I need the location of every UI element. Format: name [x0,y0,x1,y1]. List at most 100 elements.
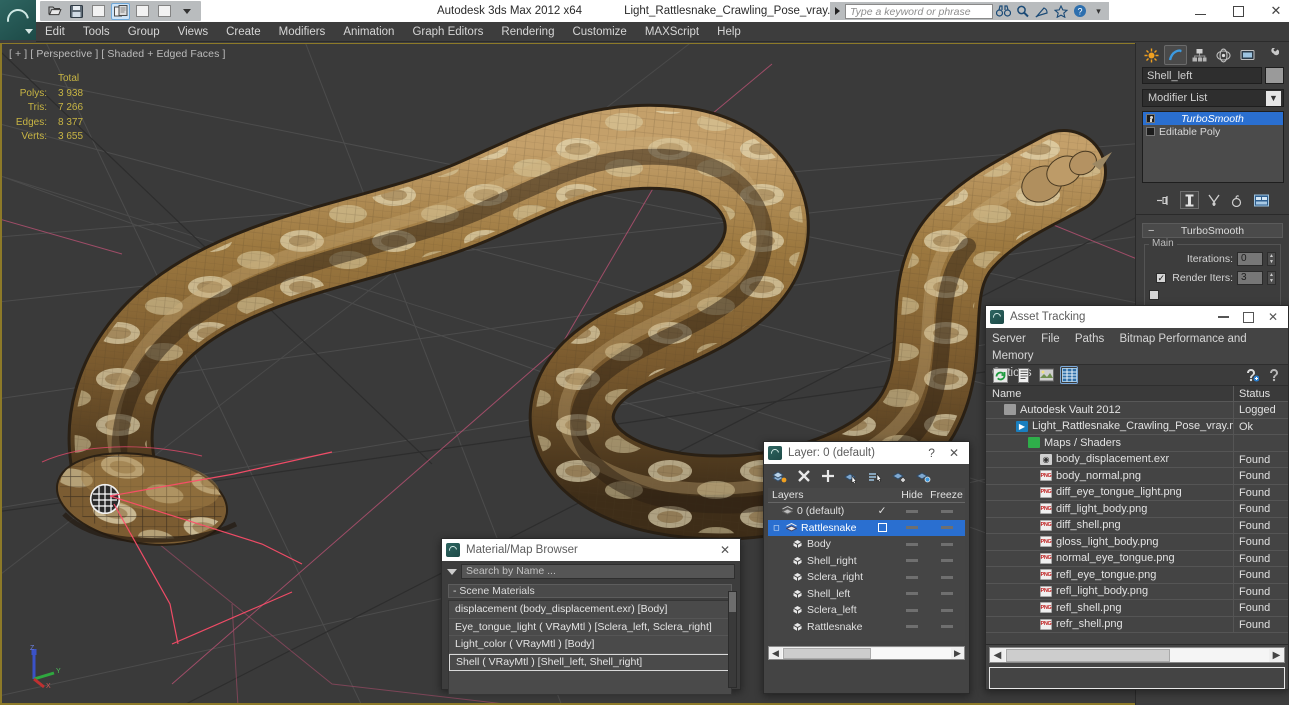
material-map-browser-window[interactable]: Material/Map Browser ✕ Search by Name ..… [441,538,741,695]
asset-row[interactable]: ◉ body_displacement.exr Found [986,451,1288,468]
add-selection-icon[interactable] [820,469,835,484]
status-column-header[interactable]: Status [1234,386,1288,401]
layer-object-row[interactable]: Sclera_right [768,569,965,586]
modifier-stack-item-turbosmooth[interactable]: TurboSmooth [1143,112,1283,125]
hierarchy-tab[interactable] [1188,45,1211,65]
help-icon[interactable] [1266,367,1282,383]
matbrowser-vertical-scrollbar[interactable] [728,591,737,688]
filter-dropdown-icon[interactable] [447,568,457,575]
menu-item-group[interactable]: Group [119,22,169,42]
material-list-item-selected[interactable]: Shell ( VRayMtl ) [Shell_left, Shell_rig… [449,653,731,671]
asset-row[interactable]: PNG refr_shell.png Found [986,616,1288,633]
asset-row[interactable]: PNG diff_eye_tongue_light.png Found [986,484,1288,501]
menu-item-help[interactable]: Help [708,22,750,42]
list-view-icon[interactable] [1015,367,1031,383]
infocenter-expand-icon[interactable] [835,7,840,15]
asset-menu-paths[interactable]: Paths [1075,333,1104,345]
name-column-header[interactable]: Name [986,386,1234,401]
menu-item-customize[interactable]: Customize [563,22,635,42]
layer-object-row[interactable]: Rattlesnake [768,619,965,636]
menu-item-edit[interactable]: Edit [36,22,74,42]
asset-row[interactable]: PNG normal_eye_tongue.png Found [986,550,1288,567]
help-icon[interactable]: ? [1071,3,1088,19]
menu-item-views[interactable]: Views [169,22,217,42]
save-file-button[interactable] [67,3,86,20]
asset-row[interactable]: PNG body_normal.png Found [986,468,1288,485]
scroll-right-icon[interactable]: ▶ [951,648,964,659]
modifier-stack-item-editable-poly[interactable]: Editable Poly [1143,125,1283,138]
star-icon[interactable] [1052,3,1069,19]
asset-minimize-button[interactable] [1217,316,1229,318]
modify-tab[interactable] [1164,45,1187,65]
binoculars-icon[interactable] [995,3,1012,19]
create-tab[interactable] [1140,45,1163,65]
refresh-icon[interactable] [992,367,1008,383]
motion-tab[interactable] [1212,45,1235,65]
modifier-stack[interactable]: TurboSmooth Editable Poly [1142,111,1284,183]
remove-modifier-icon[interactable] [1227,191,1246,209]
asset-row[interactable]: PNG diff_light_body.png Found [986,501,1288,518]
layer-manager-window[interactable]: Layer: 0 (default) ? ✕ Layers Hide Freez… [763,441,970,694]
hide-unselected-icon[interactable] [916,469,931,484]
material-list-item[interactable]: Eye_tongue_light ( VRayMtl ) [Sclera_lef… [449,619,731,636]
close-button[interactable]: ✕ [1269,3,1283,18]
chevron-down-icon[interactable]: ▼ [1266,90,1281,106]
asset-row[interactable]: Maps / Shaders [986,435,1288,452]
layer-horizontal-scrollbar[interactable]: ◀ ▶ [768,646,965,660]
asset-menu-bitmap-performance[interactable]: Bitmap Performance and Memory [992,333,1247,362]
configure-sets-icon[interactable] [1252,191,1271,209]
pin-stack-icon[interactable] [1155,191,1174,209]
select-highlighted-icon[interactable] [868,469,883,484]
scroll-track[interactable] [1005,648,1269,662]
menu-item-maxscript[interactable]: MAXScript [636,22,708,42]
menu-item-tools[interactable]: Tools [74,22,119,42]
asset-menu-file[interactable]: File [1041,333,1060,345]
minimize-button[interactable] [1193,4,1207,18]
object-color-swatch[interactable] [1265,67,1284,84]
toolbar-blank-1[interactable] [133,3,152,20]
material-list-item[interactable]: displacement (body_displacement.exr) [Bo… [449,601,731,619]
application-menu-button[interactable] [0,0,36,40]
add-help-icon[interactable] [1243,367,1259,383]
delete-layer-icon[interactable] [796,469,811,484]
asset-list[interactable]: Autodesk Vault 2012 Logged ▶ Light_Rattle… [986,402,1288,645]
menu-item-modifiers[interactable]: Modifiers [270,22,335,42]
asset-row[interactable]: PNG diff_shell.png Found [986,517,1288,534]
object-name-field[interactable]: Shell_left [1142,67,1262,84]
asset-row[interactable]: Autodesk Vault 2012 Logged [986,402,1288,419]
open-file-button[interactable] [45,3,64,20]
asset-menu-server[interactable]: Server [992,333,1026,345]
scroll-track[interactable] [782,647,951,659]
highlight-selected-icon[interactable] [892,469,907,484]
asset-row[interactable]: PNG refl_light_body.png Found [986,583,1288,600]
isoline-display-checkbox[interactable] [1149,290,1159,300]
scrollbar-thumb[interactable] [1006,648,1170,662]
help-dropdown-icon[interactable]: ▾ [1090,3,1107,19]
layer-row[interactable]: 0 (default) ✓ [768,503,965,520]
satellite-icon[interactable] [1033,3,1050,19]
create-new-layer-icon[interactable] [772,469,787,484]
render-iters-spinner[interactable]: ▲ ▼ [1267,271,1276,285]
scene-materials-group-header[interactable]: - Scene Materials [448,584,732,598]
scroll-right-icon[interactable]: ▶ [1269,650,1284,661]
scrollbar-thumb[interactable] [783,647,871,659]
collapse-icon[interactable]: − [1148,225,1154,237]
asset-horizontal-scrollbar[interactable]: ◀ ▶ [989,647,1285,663]
active-layer-check-icon[interactable]: ✓ [868,505,896,517]
iterations-spinner[interactable]: ▲ ▼ [1267,252,1276,266]
show-end-result-icon[interactable] [1179,191,1199,209]
select-objects-icon[interactable] [844,469,859,484]
layer-object-row[interactable]: Shell_left [768,586,965,603]
scroll-left-icon[interactable]: ◀ [990,650,1005,661]
layer-object-row[interactable]: Body [768,536,965,553]
asset-maximize-button[interactable] [1242,311,1254,323]
layer-object-row[interactable]: Sclera_left [768,602,965,619]
menu-item-graph-editors[interactable]: Graph Editors [403,22,492,42]
asset-row[interactable]: ▶ Light_Rattlesnake_Crawling_Pose_vray.ma… [986,418,1288,435]
asset-close-button[interactable]: ✕ [1268,310,1278,324]
scroll-left-icon[interactable]: ◀ [769,648,782,659]
thumbnail-view-icon[interactable] [1038,367,1054,383]
redo-button[interactable] [111,2,130,20]
magnifier-icon[interactable] [1014,3,1031,19]
make-unique-icon[interactable] [1205,191,1224,209]
